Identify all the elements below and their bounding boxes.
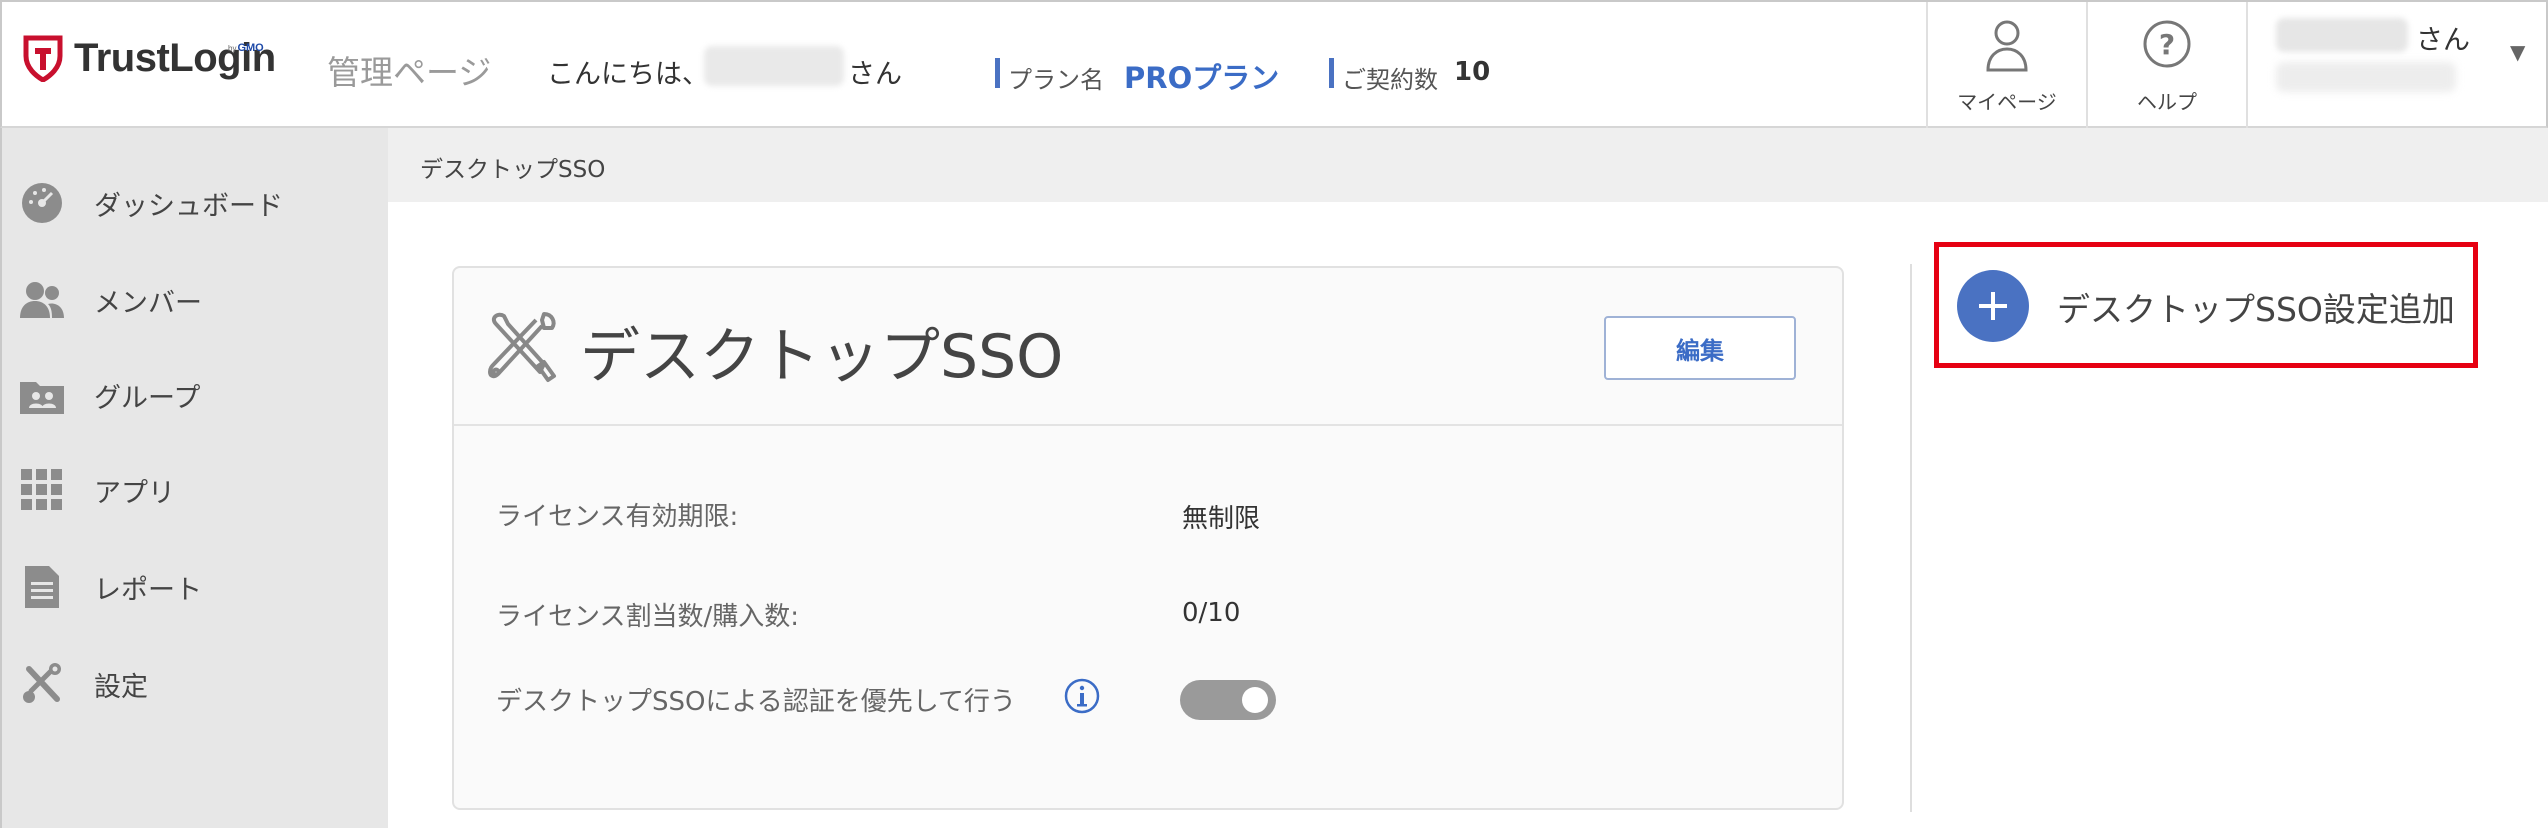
members-icon: [20, 278, 64, 322]
sidebar-item-settings[interactable]: 設定: [2, 636, 388, 732]
sidebar-item-label: アプリ: [94, 477, 175, 509]
add-desktop-sso-label: デスクトップSSO設定追加: [2057, 290, 2455, 329]
contract-label: ご契約数: [1342, 66, 1438, 94]
edit-button[interactable]: 編集: [1604, 316, 1796, 380]
sidebar: ダッシュボード メンバー グループ アプリ レポート 設定: [0, 128, 388, 828]
mypage-button[interactable]: マイページ: [1926, 2, 2086, 128]
toggle-knob: [1242, 687, 1268, 713]
apps-grid-icon: [20, 468, 64, 512]
license-allocation-label: ライセンス割当数/購入数:: [496, 602, 799, 632]
help-button[interactable]: ? ヘルプ: [2086, 2, 2246, 128]
sidebar-item-members[interactable]: メンバー: [2, 252, 388, 348]
svg-text:?: ?: [2159, 28, 2175, 61]
vertical-divider: [1910, 264, 1912, 812]
contract-value: 10: [1454, 57, 1491, 87]
report-icon: [20, 565, 64, 609]
sidebar-item-groups[interactable]: グループ: [2, 347, 388, 443]
account-menu[interactable]: さん ▼: [2246, 2, 2548, 128]
group-icon: [20, 373, 64, 417]
sidebar-item-label: ダッシュボード: [94, 190, 283, 222]
tools-icon: [488, 312, 556, 382]
sidebar-item-label: メンバー: [94, 287, 202, 319]
contract-marker: [1329, 58, 1334, 88]
info-icon[interactable]: [1064, 678, 1100, 714]
blurred-account-email: [2276, 62, 2456, 92]
blurred-username: [704, 46, 844, 86]
blurred-account-name: [2276, 18, 2408, 52]
desktop-sso-card: デスクトップSSO 編集 ライセンス有効期限: 無制限 ライセンス割当数/購入数…: [452, 266, 1844, 810]
help-label: ヘルプ: [2137, 90, 2197, 114]
license-allocation-value: 0/10: [1182, 598, 1241, 628]
plan-label: プラン名: [1008, 66, 1104, 94]
sidebar-item-label: レポート: [94, 574, 202, 606]
greeting-suffix: さん: [848, 59, 902, 90]
sidebar-item-apps[interactable]: アプリ: [2, 442, 388, 538]
admin-page-title: 管理ページ: [327, 53, 492, 92]
account-suffix: さん: [2416, 25, 2470, 56]
plan-value: PROプラン: [1124, 61, 1280, 95]
plus-icon: [1957, 270, 2029, 342]
logo-by-gmo: byGMO: [228, 42, 264, 54]
top-header: TrustLogin byGMO 管理ページ こんにちは、 さん プラン名 PR…: [0, 0, 2548, 128]
sidebar-item-dashboard[interactable]: ダッシュボード: [2, 155, 388, 251]
mypage-label: マイページ: [1957, 90, 2057, 114]
card-title: デスクトップSSO: [580, 322, 1064, 392]
breadcrumb: デスクトップSSO: [420, 157, 606, 183]
plan-marker: [995, 58, 1000, 88]
greeting-text: こんにちは、: [547, 59, 709, 90]
dashboard-icon: [20, 181, 64, 225]
priority-auth-label: デスクトップSSOによる認証を優先して行う: [496, 687, 1016, 717]
breadcrumb-bar: デスクトップSSO: [388, 128, 2548, 202]
trustlogin-logo[interactable]: TrustLogin: [22, 28, 276, 88]
sidebar-item-label: グループ: [94, 382, 201, 414]
license-expiry-value: 無制限: [1182, 504, 1261, 534]
help-icon: ?: [2143, 20, 2191, 68]
priority-auth-toggle[interactable]: [1180, 680, 1276, 720]
card-header: デスクトップSSO 編集: [454, 268, 1842, 426]
sidebar-item-reports[interactable]: レポート: [2, 539, 388, 635]
person-icon: [1986, 20, 2028, 72]
license-expiry-label: ライセンス有効期限:: [496, 502, 739, 532]
shield-logo-icon: [23, 35, 63, 82]
tools-icon: [20, 662, 64, 706]
caret-down-icon: ▼: [2510, 40, 2526, 64]
add-desktop-sso-button[interactable]: デスクトップSSO設定追加: [1934, 242, 2478, 368]
sidebar-item-label: 設定: [94, 671, 148, 703]
